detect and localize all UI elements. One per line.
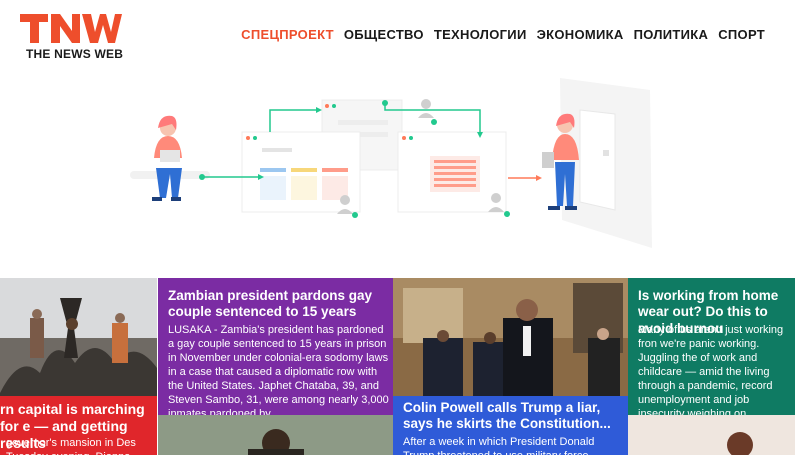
nav-item-economy[interactable]: ЭКОНОМИКА bbox=[537, 27, 624, 42]
article-card-zambia[interactable]: Zambian president pardons gay couple sen… bbox=[158, 278, 393, 455]
nav-item-technology[interactable]: ТЕХНОЛОГИИ bbox=[434, 27, 527, 42]
person-left-figure bbox=[152, 115, 182, 201]
article-excerpt: governor's mansion in Des Tuesday evenin… bbox=[6, 437, 136, 455]
article-card-protest[interactable]: rn capital is marching for e — and getti… bbox=[0, 278, 157, 455]
article-headline[interactable]: Colin Powell calls Trump a liar, says he… bbox=[403, 400, 625, 433]
nav-item-sport[interactable]: СПОРТ bbox=[718, 27, 765, 42]
tnw-logo-mark-icon bbox=[20, 14, 122, 43]
workflow-illustration bbox=[130, 78, 652, 248]
article-card-powell[interactable]: Colin Powell calls Trump a liar, says he… bbox=[393, 278, 628, 455]
article-grid: rn capital is marching for e — and getti… bbox=[0, 278, 795, 455]
nav-item-society[interactable]: ОБЩЕСТВО bbox=[344, 27, 424, 42]
nav-item-politics[interactable]: ПОЛИТИКА bbox=[634, 27, 709, 42]
article-excerpt: LUSAKA - Zambia's president has pardoned… bbox=[168, 324, 389, 421]
article-excerpt: After a week in which President Donald T… bbox=[403, 436, 598, 455]
logo-tagline: THE NEWS WEB bbox=[26, 47, 124, 61]
nav-item-special[interactable]: СПЕЦПРОЕКТ bbox=[241, 27, 334, 42]
main-nav: СПЕЦПРОЕКТ ОБЩЕСТВО ТЕХНОЛОГИИ ЭКОНОМИКА… bbox=[241, 27, 765, 42]
article-card-remote-work[interactable]: Is working from home wear out? Do this t… bbox=[628, 278, 795, 455]
hero-illustration bbox=[0, 70, 795, 275]
site-header: THE NEWS WEB СПЕЦПРОЕКТ ОБЩЕСТВО ТЕХНОЛО… bbox=[0, 0, 795, 70]
article-headline[interactable]: Zambian president pardons gay couple sen… bbox=[168, 288, 388, 321]
woman-photo bbox=[628, 415, 795, 455]
site-logo[interactable]: THE NEWS WEB bbox=[20, 12, 130, 62]
zambia-president-photo bbox=[158, 415, 393, 455]
